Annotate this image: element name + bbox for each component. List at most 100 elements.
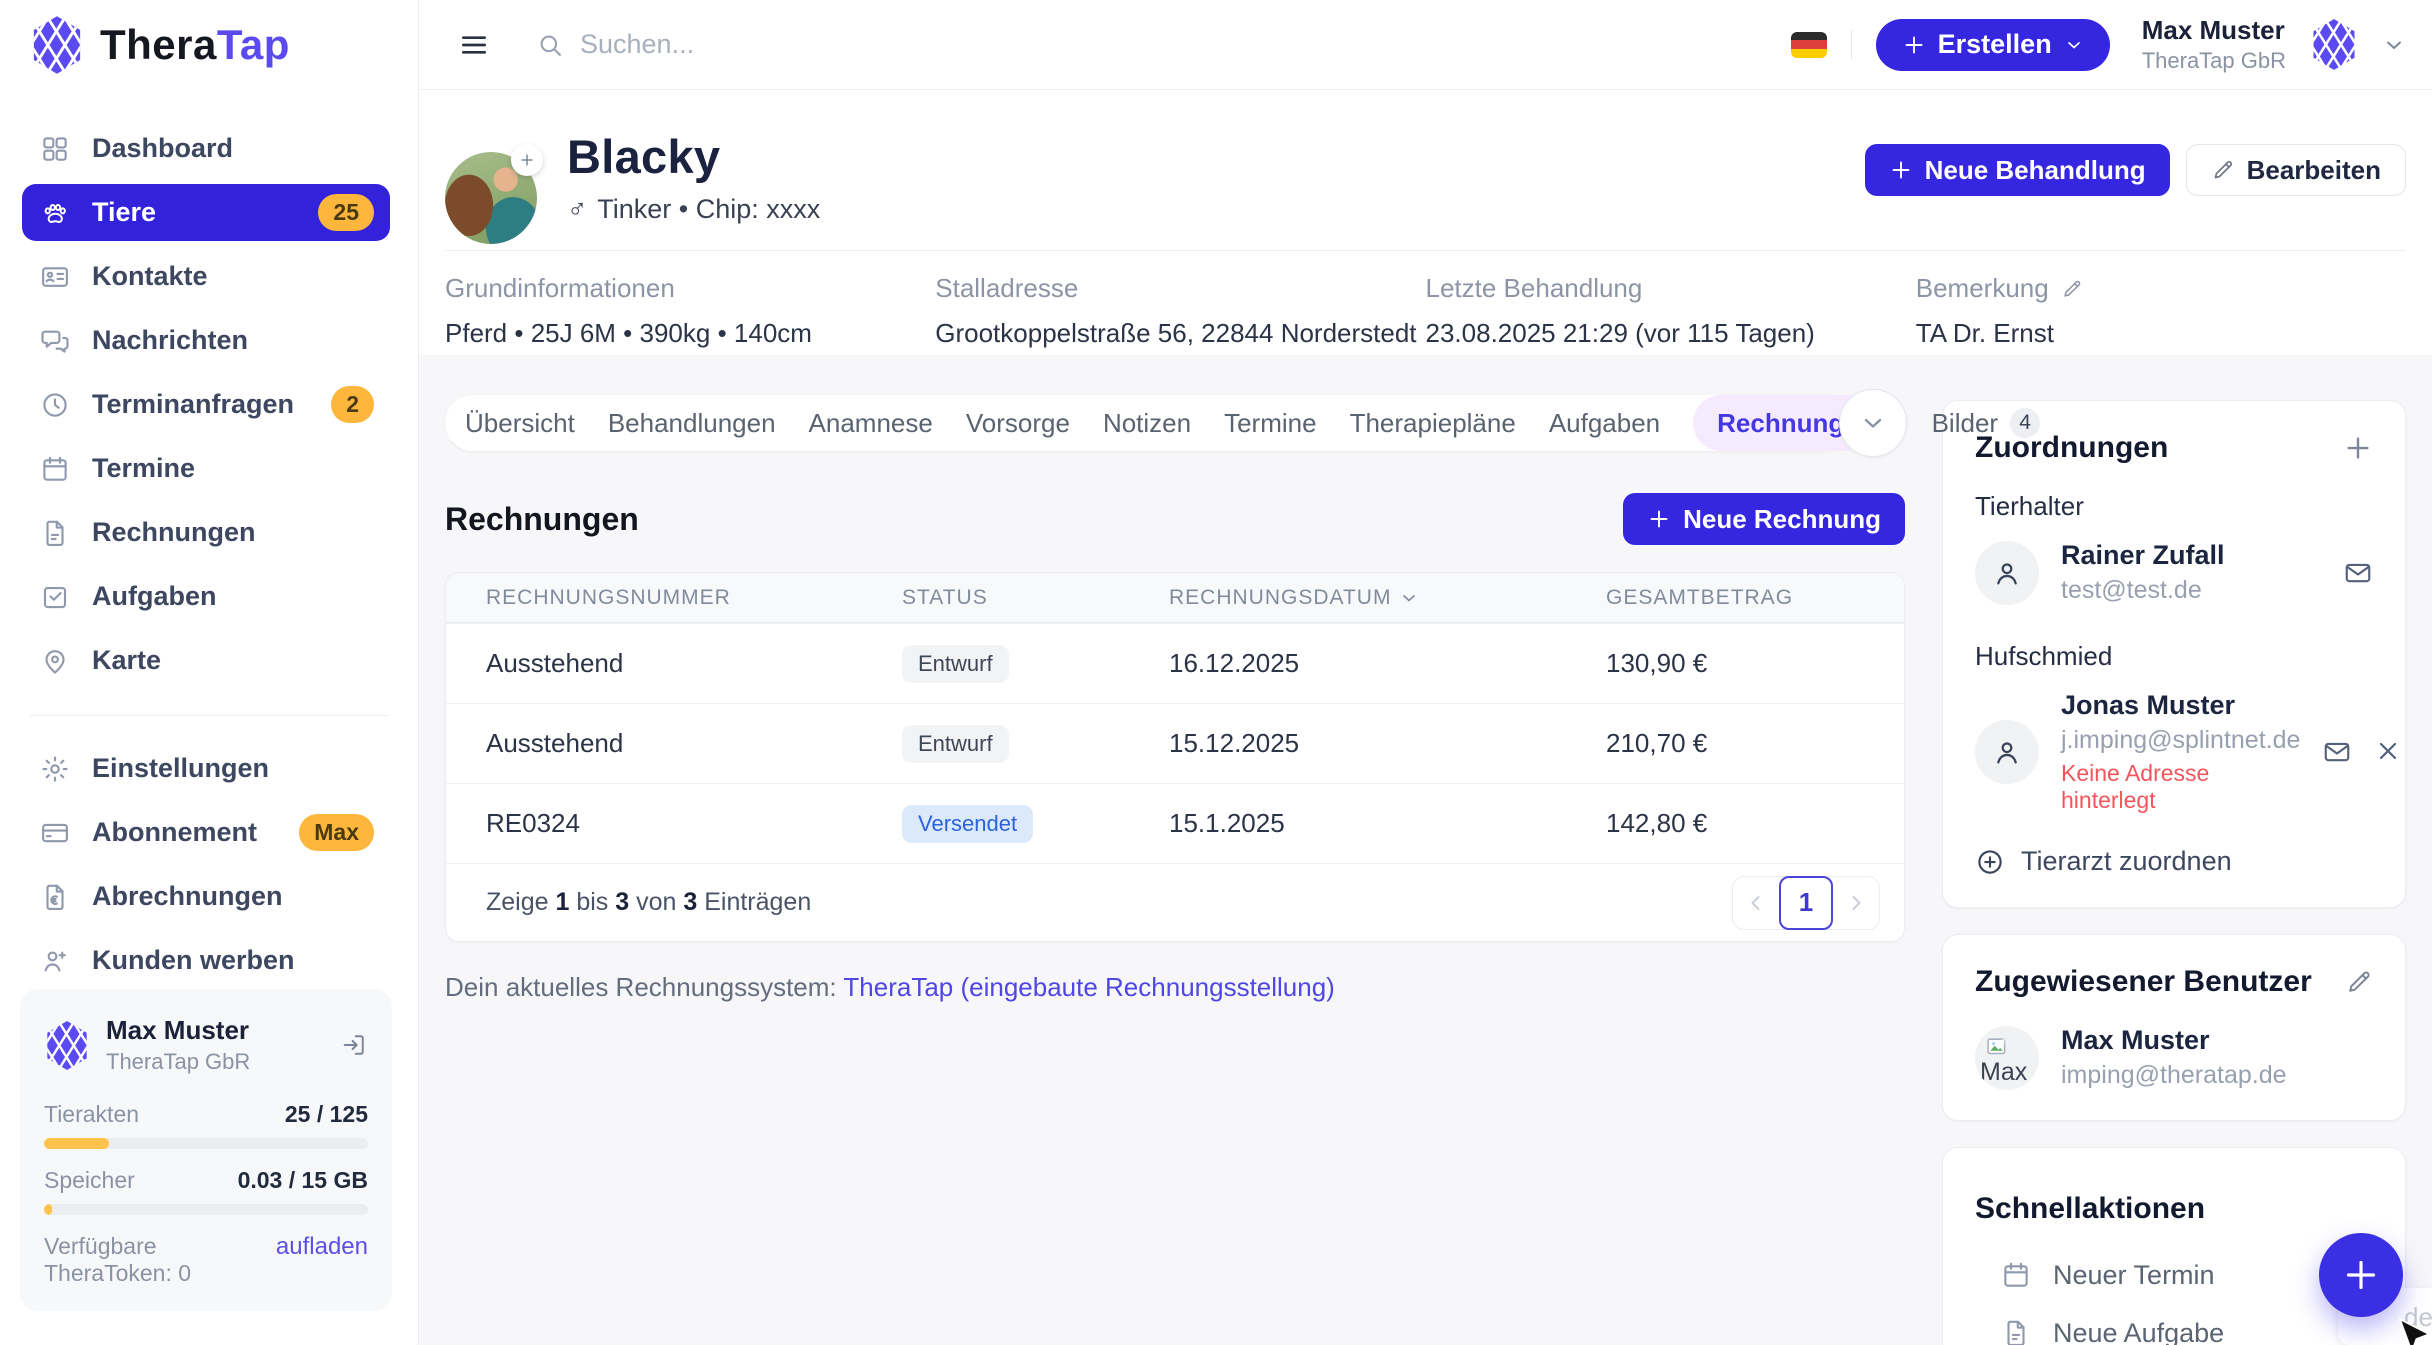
table-row[interactable]: RE0324 Versendet 15.1.2025 142,80 € [446,783,1904,863]
quick-action-label: Neue Aufgabe [2053,1318,2224,1345]
person-icon [1991,557,2023,589]
quick-actions-title: Schnellaktionen [1975,1192,2205,1226]
chevron-down-icon [1859,409,1887,437]
sort-chevron-down-icon [1399,588,1419,608]
address-warning: Keine Adresse hinterlegt [2061,760,2300,814]
sidebar-item-termine[interactable]: Termine [22,440,390,497]
pencil-icon[interactable] [2345,968,2373,996]
sidebar-item-karte[interactable]: Karte [22,632,390,689]
add-photo-button[interactable] [511,144,543,176]
topbar-user[interactable]: Max Muster TheraTap GbR [2142,15,2286,74]
assign-vet-button[interactable]: Tierarzt zuordnen [1975,846,2373,877]
invoice-system-link[interactable]: TheraTap (eingebaute Rechnungsstellung) [843,972,1334,1002]
sidebar-item-label: Rechnungen [92,517,256,548]
patient-name: Blacky [567,129,820,184]
info-value: Grootkoppelstraße 56, 22844 Norderstedt [935,318,1425,349]
pagination-prev-button[interactable] [1733,876,1779,930]
patient-avatar[interactable] [445,152,537,244]
calendar-icon [40,454,70,484]
gender-male-icon: ♂ [567,194,587,225]
sidebar-item-einstellungen[interactable]: Einstellungen [22,740,390,797]
sidebar-item-rechnungen[interactable]: Rechnungen [22,504,390,561]
new-treatment-button[interactable]: Neue Behandlung [1865,144,2170,196]
gear-icon [40,754,70,784]
info-value: 23.08.2025 21:29 (vor 115 Tagen) [1426,318,1916,349]
sidebar-item-label: Terminanfragen [92,389,294,420]
person-name: Rainer Zufall [2061,540,2225,571]
tab-uebersicht[interactable]: Übersicht [465,408,575,439]
sidebar-item-abonnement[interactable]: AbonnementMax [22,804,390,861]
info-bemerkung: Bemerkung TA Dr. Ernst [1916,273,2406,355]
remove-x-icon[interactable] [2374,737,2402,765]
sidebar-item-dashboard[interactable]: Dashboard [22,120,390,177]
tabs-expand-button[interactable] [1839,389,1907,457]
quick-action-neuer-termin[interactable]: Neuer Termin [1975,1246,2373,1304]
info-letzte-behandlung: Letzte Behandlung 23.08.2025 21:29 (vor … [1426,273,1916,355]
user-avatar-logo[interactable] [2310,18,2358,71]
new-invoice-button[interactable]: Neue Rechnung [1623,493,1905,545]
brand-part1: Thera [100,21,217,68]
document-icon [2001,1318,2031,1345]
tab-notizen[interactable]: Notizen [1103,408,1191,439]
sidebar-item-kunden-werben[interactable]: Kunden werben [22,932,390,989]
sidebar-nav: Dashboard Tiere25 Kontakte Nachrichten T… [0,90,418,689]
tab-anamnese[interactable]: Anamnese [809,408,933,439]
info-value: Pferd • 25J 6M • 390kg • 140cm [445,318,935,349]
sidebar-item-nachrichten[interactable]: Nachrichten [22,312,390,369]
sidebar-item-label: Kontakte [92,261,208,292]
pagination-next-button[interactable] [1833,876,1879,930]
table-row[interactable]: Ausstehend Entwurf 15.12.2025 210,70 € [446,703,1904,783]
floating-add-button[interactable] [2319,1233,2403,1317]
info-value: TA Dr. Ernst [1916,318,2406,349]
status-badge: Entwurf [902,725,1009,763]
assigned-user-title: Zugewiesener Benutzer [1975,965,2312,999]
plan-badge: Max [299,814,374,851]
search-input[interactable] [580,29,1000,60]
brand-logo[interactable]: TheraTap [0,0,418,90]
mail-icon[interactable] [2343,558,2373,588]
col-label: Rechnungsdatum [1169,586,1391,610]
invoice-number: Ausstehend [486,728,902,759]
sidebar-item-kontakte[interactable]: Kontakte [22,248,390,305]
plus-icon [1889,158,1913,182]
topbar-divider [1851,30,1852,60]
circle-plus-icon [1975,847,2005,877]
tab-bilder[interactable]: Bilder4 [1932,408,2040,439]
tab-termine[interactable]: Termine [1224,408,1316,439]
sidebar-item-abrechnungen[interactable]: Abrechnungen [22,868,390,925]
hamburger-menu-icon[interactable] [458,29,490,61]
quick-action-neue-aufgabe[interactable]: Neue Aufgabe [1975,1304,2373,1345]
avatar-alt-text: Max [1980,1058,2027,1087]
table-row[interactable]: Ausstehend Entwurf 16.12.2025 130,90 € [446,623,1904,703]
invoice-system-note: Dein aktuelles Rechnungssystem: TheraTap… [445,972,1905,1003]
language-flag-german[interactable] [1791,32,1827,58]
speicher-value: 0.03 / 15 GB [238,1167,368,1194]
user-plus-icon [40,946,70,976]
info-stalladresse: Stalladresse Grootkoppelstraße 56, 22844… [935,273,1425,355]
aufladen-link[interactable]: aufladen [276,1233,368,1261]
person-email: imping@theratap.de [2061,1061,2287,1090]
sidebar-item-label: Einstellungen [92,753,269,784]
sidebar-item-aufgaben[interactable]: Aufgaben [22,568,390,625]
mail-icon[interactable] [2322,737,2352,767]
create-button-label: Erstellen [1938,29,2052,60]
patient-tabs: Übersicht Behandlungen Anamnese Vorsorge… [445,395,1853,451]
user-name: Max Muster [106,1015,250,1046]
account-chevron-down-icon[interactable] [2382,33,2406,57]
quick-action-label: Neuer Termin [2053,1260,2215,1291]
tab-vorsorge[interactable]: Vorsorge [966,408,1070,439]
info-label: Stalladresse [935,273,1425,304]
sidebar-item-tiere[interactable]: Tiere25 [22,184,390,241]
col-rechnungsdatum[interactable]: Rechnungsdatum [1169,586,1606,610]
add-assignment-plus-icon[interactable] [2343,433,2373,463]
tab-behandlungen[interactable]: Behandlungen [608,408,776,439]
tab-therapieplaene[interactable]: Therapiepläne [1350,408,1516,439]
create-button[interactable]: Erstellen [1876,19,2110,71]
pagination-page-1[interactable]: 1 [1779,876,1833,930]
edit-button[interactable]: Bearbeiten [2186,144,2406,196]
logout-icon[interactable] [340,1031,368,1059]
tab-aufgaben[interactable]: Aufgaben [1549,408,1660,439]
pencil-icon[interactable] [2061,278,2083,300]
sidebar-item-terminanfragen[interactable]: Terminanfragen2 [22,376,390,433]
checkbox-icon [40,582,70,612]
